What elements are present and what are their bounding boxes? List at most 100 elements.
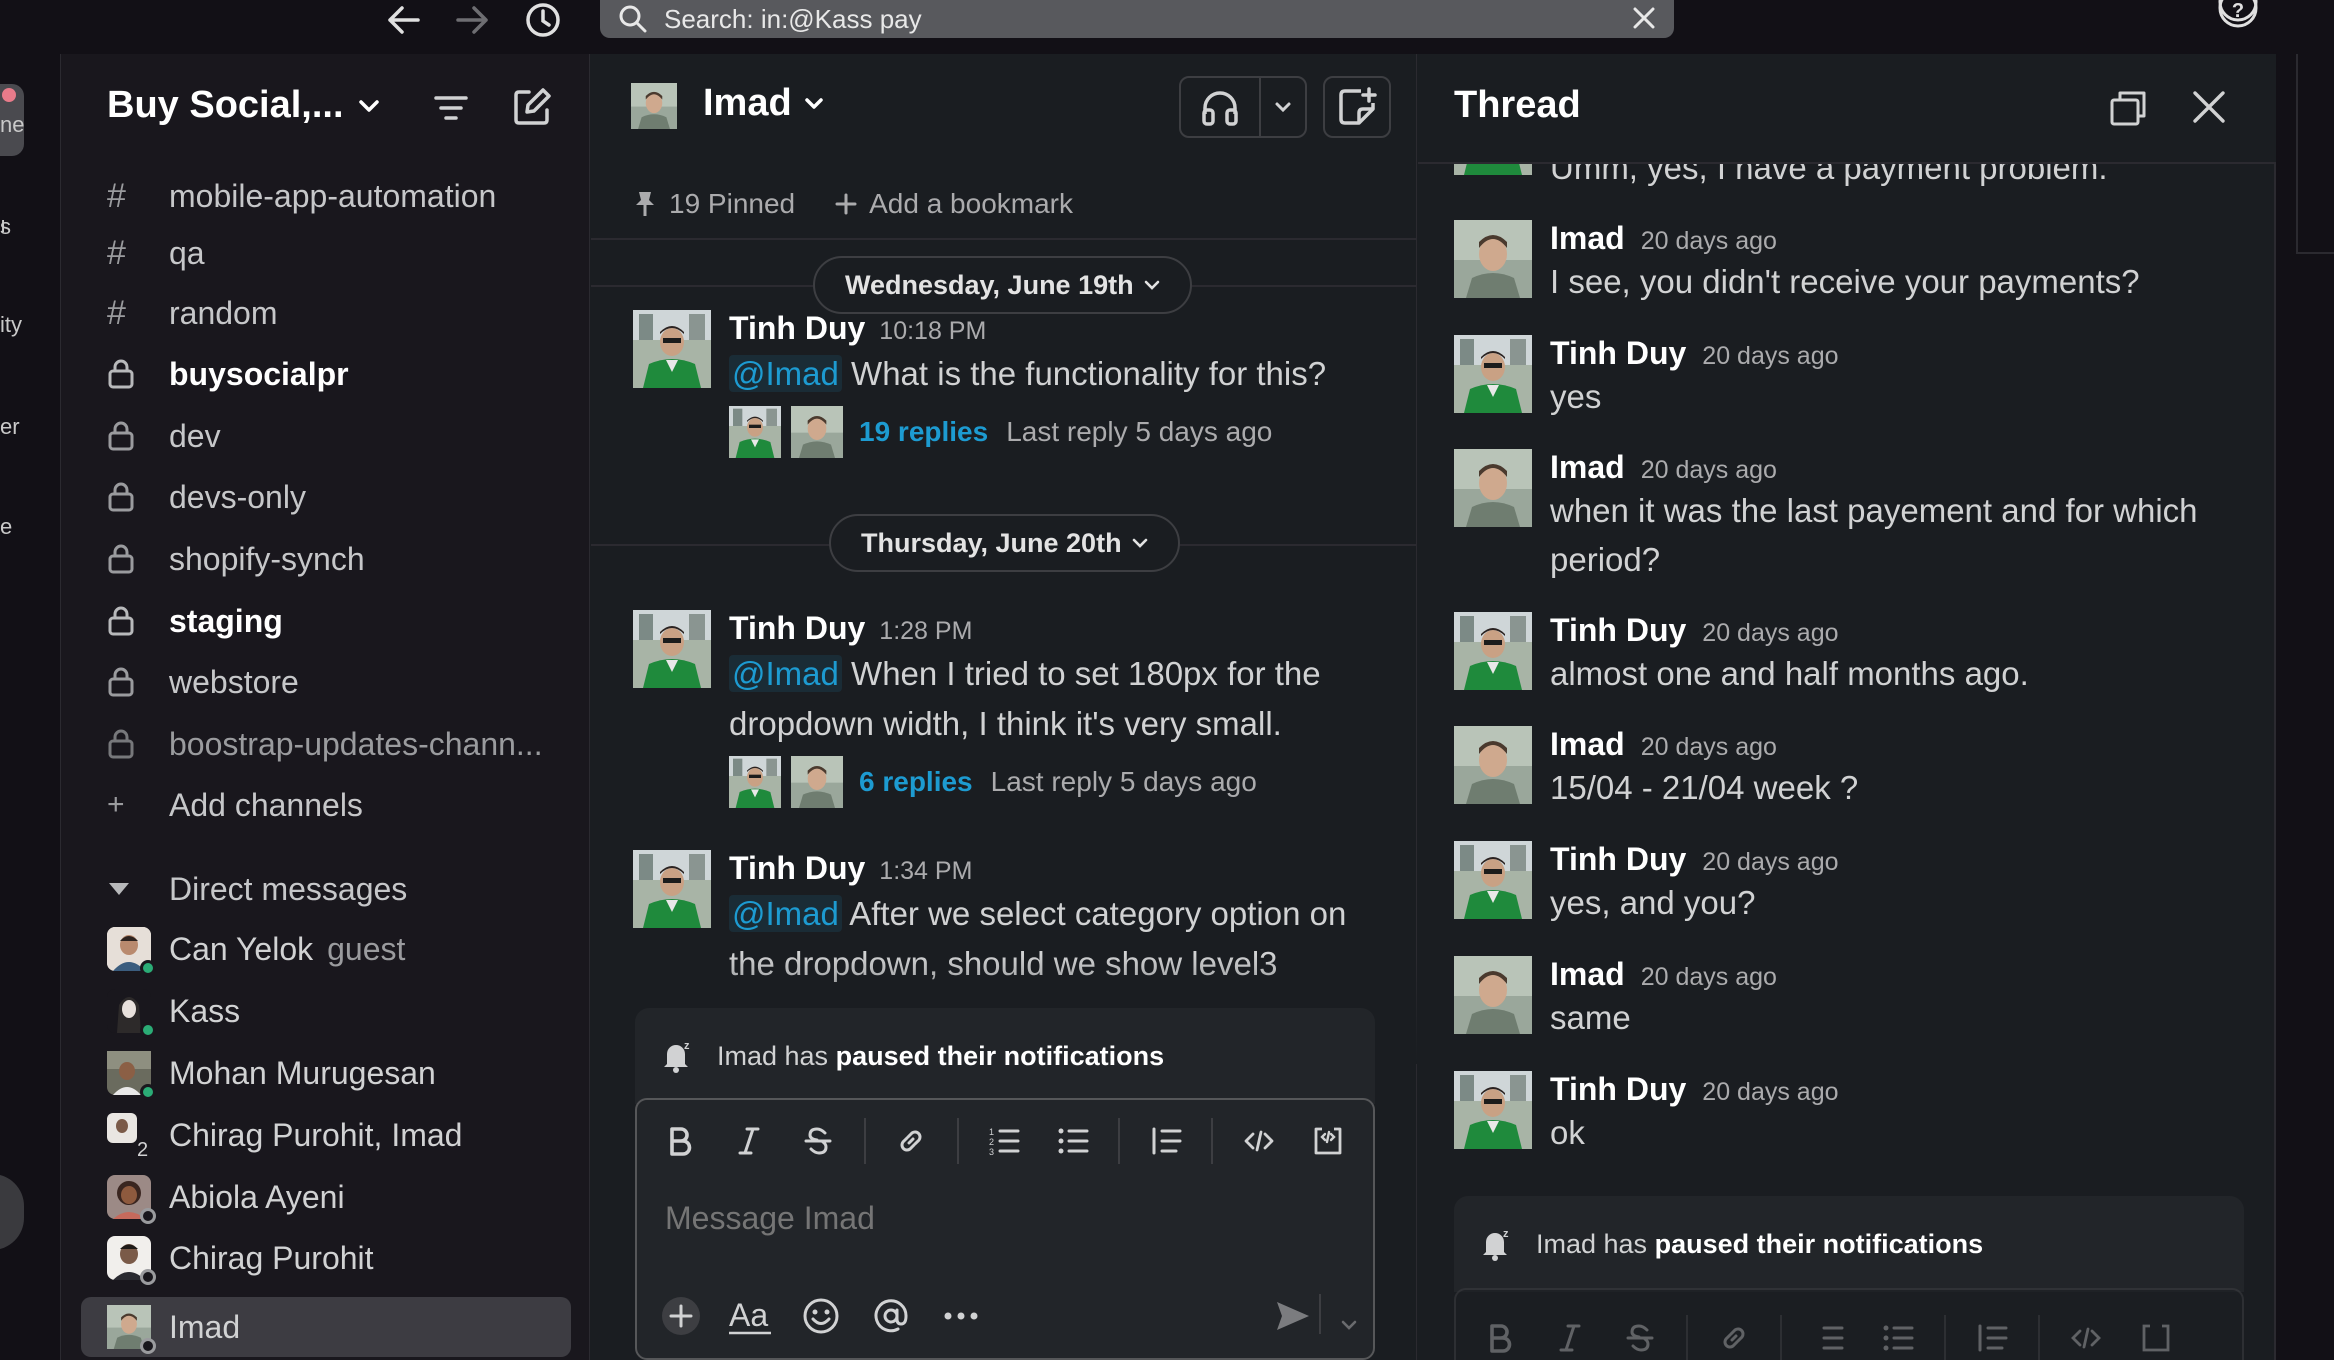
huddle-button[interactable] — [1179, 76, 1307, 138]
message-time[interactable]: 20 days ago — [1641, 227, 1777, 256]
ordered-list-button[interactable] — [1804, 1314, 1852, 1360]
link-button[interactable] — [888, 1117, 935, 1165]
dm-can-yelok[interactable]: Can Yelok guest — [107, 923, 405, 976]
dm-mohan-murugesan[interactable]: Mohan Murugesan — [107, 1047, 436, 1100]
avatar[interactable] — [1454, 726, 1532, 804]
avatar[interactable] — [1454, 1071, 1532, 1149]
message-time[interactable]: 10:18 PM — [879, 317, 986, 346]
link-button[interactable] — [1710, 1314, 1758, 1360]
message-author[interactable]: Imad — [1550, 220, 1625, 257]
sidebar-item-devs-only[interactable]: devs-only — [107, 472, 306, 522]
message-time[interactable]: 20 days ago — [1641, 733, 1777, 762]
message-author[interactable]: Tinh Duy — [729, 310, 865, 347]
message-time[interactable]: 1:34 PM — [879, 857, 972, 886]
italic-button[interactable] — [1546, 1314, 1594, 1360]
pinned-button[interactable]: 19 Pinned — [633, 188, 795, 220]
user-mention[interactable]: @Imad — [729, 355, 842, 392]
sidebar-item-boostrap-updates[interactable]: boostrap-updates-chann... — [107, 719, 543, 769]
message-author[interactable]: Tinh Duy — [1550, 841, 1686, 878]
sidebar-item-staging[interactable]: staging — [107, 596, 283, 646]
thread-replies[interactable]: 6 replies Last reply 5 days ago — [729, 755, 1393, 809]
sidebar-item-random[interactable]: # random — [107, 288, 278, 338]
attach-button[interactable] — [653, 1288, 709, 1344]
thread-message[interactable]: Tinh Duy 20 days ago yes, and you? — [1454, 841, 2244, 927]
message-time[interactable]: 20 days ago — [1702, 848, 1838, 877]
mention-button[interactable] — [863, 1288, 919, 1344]
bulleted-list-button[interactable] — [1049, 1117, 1096, 1165]
channel-title-button[interactable]: Imad — [703, 82, 824, 125]
dm-abiola-ayeni[interactable]: Abiola Ayeni — [107, 1171, 345, 1224]
sidebar-item-qa[interactable]: # qa — [107, 228, 205, 278]
message-author[interactable]: Tinh Duy — [1550, 335, 1686, 372]
chevron-down-icon[interactable] — [1261, 78, 1305, 136]
date-pill[interactable]: Thursday, June 20th — [829, 514, 1180, 572]
message-author[interactable]: Tinh Duy — [729, 850, 865, 887]
thread-message[interactable]: Imad 20 days ago I see, you didn't receiv… — [1454, 220, 2244, 306]
canvas-button[interactable] — [1323, 76, 1391, 138]
message-time[interactable]: 20 days ago — [1702, 619, 1838, 648]
avatar[interactable] — [633, 310, 711, 388]
thread-replies[interactable]: 19 replies Last reply 5 days ago — [729, 405, 1393, 459]
message-author[interactable]: Imad — [1550, 726, 1625, 763]
send-icon[interactable] — [1273, 1298, 1313, 1334]
reply-count[interactable]: 19 replies — [859, 416, 988, 448]
sidebar-item-shopify-synch[interactable]: shopify-synch — [107, 534, 365, 584]
search-bar[interactable]: Search: in:@Kass pay — [600, 0, 1674, 38]
message-author[interactable]: Tinh Duy — [729, 610, 865, 647]
strikethrough-button[interactable] — [1616, 1314, 1664, 1360]
thread-message[interactable]: Tinh Duy 20 days ago yes — [1454, 335, 2244, 421]
add-bookmark-button[interactable]: Add a bookmark — [835, 188, 1073, 220]
message-author[interactable]: Tinh Duy — [1550, 1071, 1686, 1108]
avatar[interactable] — [1454, 841, 1532, 919]
clear-search-icon[interactable] — [1630, 4, 1658, 32]
forward-button[interactable] — [448, 0, 498, 40]
bold-button[interactable] — [1476, 1314, 1524, 1360]
help-button[interactable]: ? — [2216, 0, 2260, 30]
close-icon[interactable] — [2190, 88, 2228, 126]
message[interactable]: Tinh Duy 1:28 PM @Imad When I tried to s… — [633, 610, 1393, 809]
message-time[interactable]: 20 days ago — [1702, 342, 1838, 371]
avatar[interactable] — [633, 850, 711, 928]
compose-icon[interactable] — [511, 86, 553, 128]
blockquote-button[interactable] — [1968, 1314, 2016, 1360]
code-block-button[interactable] — [1304, 1117, 1351, 1165]
avatar[interactable] — [1454, 335, 1532, 413]
workspace-menu[interactable]: Buy Social,... — [107, 84, 380, 127]
italic-button[interactable] — [726, 1117, 773, 1165]
message[interactable]: Tinh Duy 10:18 PM @Imad What is the func… — [633, 310, 1393, 459]
chevron-down-icon[interactable] — [1339, 1318, 1359, 1332]
message-time[interactable]: 20 days ago — [1641, 963, 1777, 992]
message-time[interactable]: 20 days ago — [1702, 1078, 1838, 1107]
thread-message[interactable]: Imad 20 days ago same — [1454, 956, 2244, 1042]
thread-message[interactable]: Imad 20 days ago 15/04 - 21/04 week ? — [1454, 726, 2244, 812]
thread-message[interactable]: Imad 20 days ago when it was the last pay… — [1454, 449, 2244, 584]
avatar[interactable] — [633, 610, 711, 688]
message-time[interactable]: 20 days ago — [1641, 456, 1777, 485]
bold-button[interactable] — [657, 1117, 704, 1165]
dm-section-header[interactable]: Direct messages — [107, 864, 407, 914]
text-format-button[interactable]: Aa — [723, 1288, 779, 1344]
avatar[interactable] — [1454, 956, 1532, 1034]
history-button[interactable] — [518, 0, 568, 40]
user-mention[interactable]: @Imad — [729, 655, 842, 692]
sidebar-item-buysocialpr[interactable]: buysocialpr — [107, 349, 349, 399]
avatar[interactable] — [1454, 220, 1532, 298]
sidebar-item-dev[interactable]: dev — [107, 411, 221, 461]
message-author[interactable]: Imad — [1550, 449, 1625, 486]
message-time[interactable]: 1:28 PM — [879, 617, 972, 646]
date-pill[interactable]: Wednesday, June 19th — [813, 256, 1192, 314]
back-button[interactable] — [378, 0, 428, 40]
thread-message[interactable]: Tinh Duy 20 days ago almost one and half … — [1454, 612, 2244, 698]
thread-message[interactable]: Tinh Duy 20 days ago ok — [1454, 1071, 2244, 1157]
message-author[interactable]: Tinh Duy — [1550, 612, 1686, 649]
rail-button[interactable] — [0, 1174, 24, 1250]
dm-imad[interactable]: Imad — [107, 1301, 240, 1354]
headphones-icon[interactable] — [1181, 78, 1261, 136]
dm-chirag-imad-group[interactable]: 2 Chirag Purohit, Imad — [107, 1109, 462, 1161]
reply-count[interactable]: 6 replies — [859, 766, 973, 798]
message-input[interactable] — [665, 1200, 1265, 1237]
sidebar-item-mobile-app-automation[interactable]: # mobile-app-automation — [107, 171, 496, 221]
strikethrough-button[interactable] — [795, 1117, 842, 1165]
more-actions-button[interactable] — [933, 1288, 989, 1344]
code-block-button[interactable] — [2132, 1314, 2180, 1360]
